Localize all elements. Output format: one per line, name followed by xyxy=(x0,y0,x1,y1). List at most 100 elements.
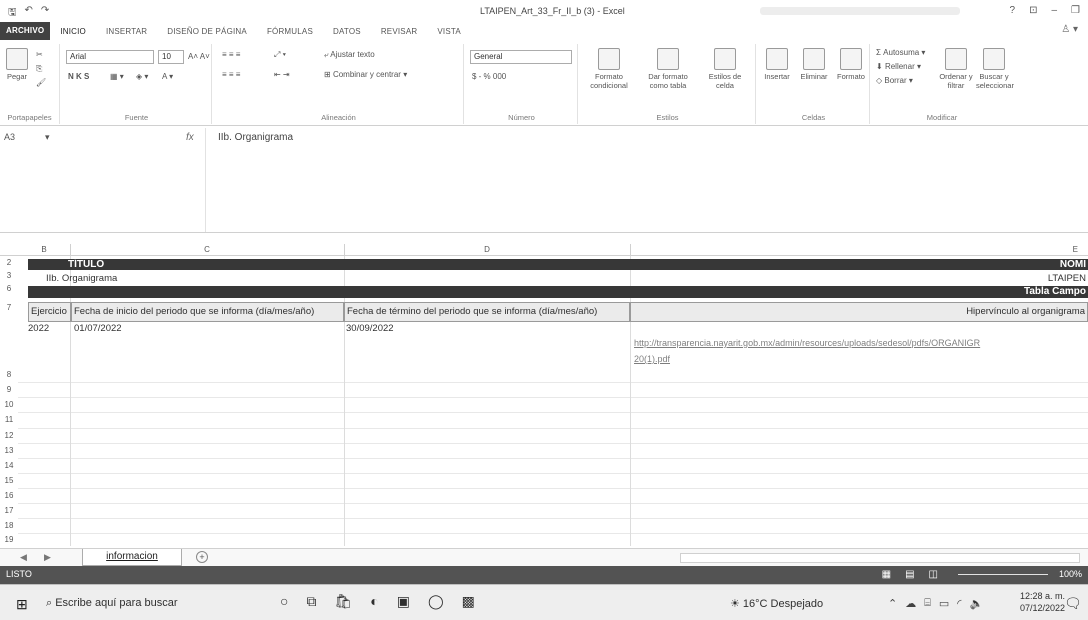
tab-archivo[interactable]: ARCHIVO xyxy=(0,22,51,40)
store-icon[interactable]: 🛍 xyxy=(334,593,352,610)
files-icon[interactable]: ▣ xyxy=(397,593,410,610)
weather-widget[interactable]: ☀ 16°C Despejado xyxy=(730,597,823,610)
volume-icon[interactable]: 🔈 xyxy=(970,597,984,610)
tab-inicio[interactable]: INICIO xyxy=(50,27,96,36)
column-header-b[interactable]: B xyxy=(18,244,70,256)
sheet-nav-next-icon[interactable]: ▶ xyxy=(44,552,51,563)
organigrama-cell[interactable]: IIb. Organigrama xyxy=(46,273,117,284)
row-number[interactable]: 3 xyxy=(0,271,18,280)
row-number[interactable]: 13 xyxy=(0,446,18,455)
row-number[interactable]: 6 xyxy=(0,284,18,293)
align-left-icons[interactable]: ≡ ≡ ≡ xyxy=(222,70,240,79)
column-header-e[interactable]: E xyxy=(630,244,1088,256)
organigrama-hyperlink[interactable]: http://transparencia.nayarit.gob.mx/admi… xyxy=(634,338,980,348)
formula-input[interactable]: IIb. Organigrama xyxy=(218,132,293,143)
zoom-level[interactable]: 100% xyxy=(1059,569,1082,579)
font-grow-icon[interactable]: A˄ A˅ xyxy=(188,52,210,61)
column-header-c[interactable]: C xyxy=(70,244,344,256)
font-size-combo[interactable]: 10 xyxy=(158,50,184,64)
normal-view-icon[interactable]: ▦ xyxy=(882,569,891,580)
insert-button[interactable]: Insertar xyxy=(760,48,794,81)
row-number[interactable]: 12 xyxy=(0,431,18,440)
autosum-button[interactable]: Σ Autosuma ▾ xyxy=(876,48,925,57)
header-ejercicio[interactable]: Ejercicio xyxy=(28,302,71,322)
sort-filter-button[interactable]: Ordenar y filtrar xyxy=(938,48,974,90)
cloud-icon[interactable]: ☁ xyxy=(905,597,916,610)
row-number[interactable]: 10 xyxy=(0,400,18,409)
row-number[interactable]: 7 xyxy=(0,303,18,312)
row-number[interactable]: 11 xyxy=(0,415,18,424)
page-layout-icon[interactable]: ▤ xyxy=(905,569,914,580)
align-top-icons[interactable]: ≡ ≡ ≡ xyxy=(222,50,240,59)
format-as-table-button[interactable]: Dar formato como tabla xyxy=(640,48,696,90)
row-number[interactable]: 14 xyxy=(0,461,18,470)
tab-datos[interactable]: DATOS xyxy=(323,27,371,36)
notifications-icon[interactable]: 🗨 xyxy=(1064,595,1082,612)
find-select-button[interactable]: Buscar y seleccionar xyxy=(976,48,1014,90)
excel-icon[interactable]: ▩ xyxy=(462,593,475,610)
row-number[interactable]: 19 xyxy=(0,535,18,544)
format-button[interactable]: Formato xyxy=(834,48,868,81)
number-format-combo[interactable]: General xyxy=(470,50,572,64)
paste-button[interactable]: Pegar xyxy=(6,48,28,81)
windows-start-icon[interactable]: ⊞ xyxy=(16,596,28,613)
ribbon-display-icon[interactable]: ⊡ xyxy=(1029,5,1037,16)
ltaipen-cell[interactable]: LTAIPEN xyxy=(1048,273,1086,284)
undo-icon[interactable]: ↶ xyxy=(25,5,33,22)
tray-chevron-icon[interactable]: ⌃ xyxy=(888,597,897,610)
edge-icon[interactable]: ◐ xyxy=(370,593,378,610)
tab-formulas[interactable]: FÓRMULAS xyxy=(257,27,323,36)
number-format-buttons[interactable]: $ - % 000 xyxy=(472,72,506,81)
delete-button[interactable]: Eliminar xyxy=(796,48,832,81)
add-sheet-icon[interactable]: + xyxy=(196,551,208,563)
format-painter-icon[interactable]: 🖌 xyxy=(36,78,46,87)
taskbar-search[interactable]: ⌕ Escribe aquí para buscar xyxy=(42,591,242,615)
merge-center-button[interactable]: ⊞ Combinar y centrar ▾ xyxy=(324,70,407,79)
cell-fecha-inicio[interactable]: 01/07/2022 xyxy=(74,323,122,334)
tab-vista[interactable]: VISTA xyxy=(427,27,471,36)
cell-fecha-termino[interactable]: 30/09/2022 xyxy=(346,323,394,334)
tab-insertar[interactable]: INSERTAR xyxy=(96,27,157,36)
conditional-format-button[interactable]: Formato condicional xyxy=(584,48,634,90)
font-style-buttons[interactable]: N K S xyxy=(68,72,89,81)
account-icon[interactable]: ♙ ▾ xyxy=(1061,24,1078,35)
tab-revisar[interactable]: REVISAR xyxy=(371,27,428,36)
opera-icon[interactable]: ◯ xyxy=(428,593,444,610)
wifi-icon[interactable]: ◜ xyxy=(957,597,961,610)
column-header-d[interactable]: D xyxy=(344,244,630,256)
task-view-icon[interactable]: ⧉ xyxy=(306,593,316,610)
name-box[interactable]: A3 ▾ xyxy=(4,132,94,146)
row-number[interactable]: 18 xyxy=(0,521,18,530)
redo-icon[interactable]: ↷ xyxy=(41,5,49,22)
row-number[interactable]: 9 xyxy=(0,385,18,394)
tabla-campos-band[interactable]: Tabla Campo xyxy=(28,286,1088,298)
font-color-icon[interactable]: A ▾ xyxy=(162,72,173,81)
row-number[interactable]: 15 xyxy=(0,476,18,485)
tab-diseno-pagina[interactable]: DISEÑO DE PÁGINA xyxy=(157,27,257,36)
row-number[interactable]: 2 xyxy=(0,258,18,267)
copy-icon[interactable]: ⎘ xyxy=(36,64,42,74)
row-number[interactable]: 16 xyxy=(0,491,18,500)
fx-icon[interactable]: fx xyxy=(186,132,194,143)
row-number[interactable]: 17 xyxy=(0,506,18,515)
row-number[interactable]: 8 xyxy=(0,370,18,379)
clock[interactable]: 12:28 a. m. 07/12/2022 xyxy=(1020,590,1065,614)
minimize-icon[interactable]: – xyxy=(1051,5,1057,16)
cut-icon[interactable]: ✂ xyxy=(36,50,43,59)
wrap-text-button[interactable]: ⤶ Ajustar texto xyxy=(324,50,375,60)
title-band[interactable]: TÍTULO NOMI xyxy=(28,259,1088,270)
sheet-tab-informacion[interactable]: informacion xyxy=(82,549,182,566)
cortana-icon[interactable]: ○ xyxy=(280,593,288,610)
save-icon[interactable]: 🖫 xyxy=(8,5,17,22)
help-icon[interactable]: ? xyxy=(1010,5,1016,16)
clear-button[interactable]: ◇ Borrar ▾ xyxy=(876,76,913,85)
fill-button[interactable]: ⬇ Rellenar ▾ xyxy=(876,62,921,71)
organigrama-hyperlink-cont[interactable]: 20(1).pdf xyxy=(634,354,670,364)
network-icon[interactable]: ⌸ xyxy=(924,597,931,610)
font-name-combo[interactable]: Arial xyxy=(66,50,154,64)
orientation-icon[interactable]: ⤢ ▾ xyxy=(274,50,286,60)
zoom-slider[interactable] xyxy=(958,574,1048,575)
cell-ejercicio[interactable]: 2022 xyxy=(28,323,49,334)
header-hipervinculo[interactable]: Hipervínculo al organigrama xyxy=(630,302,1088,322)
sheet-nav-prev-icon[interactable]: ◀ xyxy=(20,552,27,563)
